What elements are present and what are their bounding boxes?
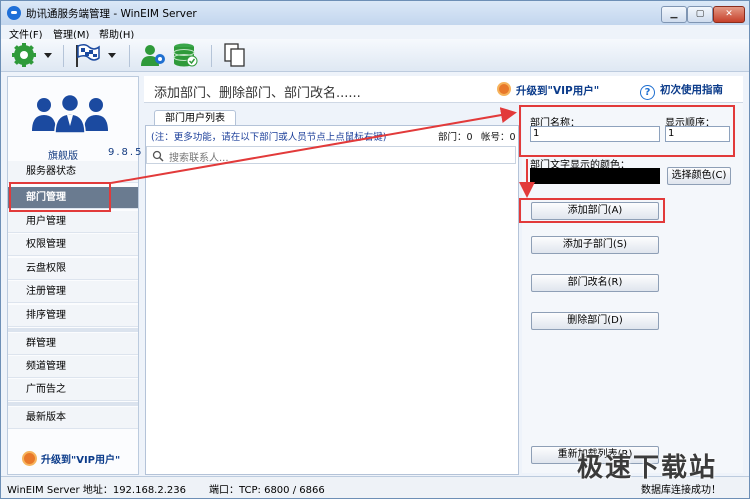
server-address: WinEIM Server 地址：192.168.2.236 [7,485,186,496]
watermark: 极速下载站 [577,453,718,483]
annotation-arrows [110,107,535,198]
port-info: 端口：TCP: 6800 / 6866 [209,485,325,496]
app-window: 助讯通服务端管理 - WinEIM Server ▁ ▢ ✕ 文件(F) 管理(… [0,0,750,499]
